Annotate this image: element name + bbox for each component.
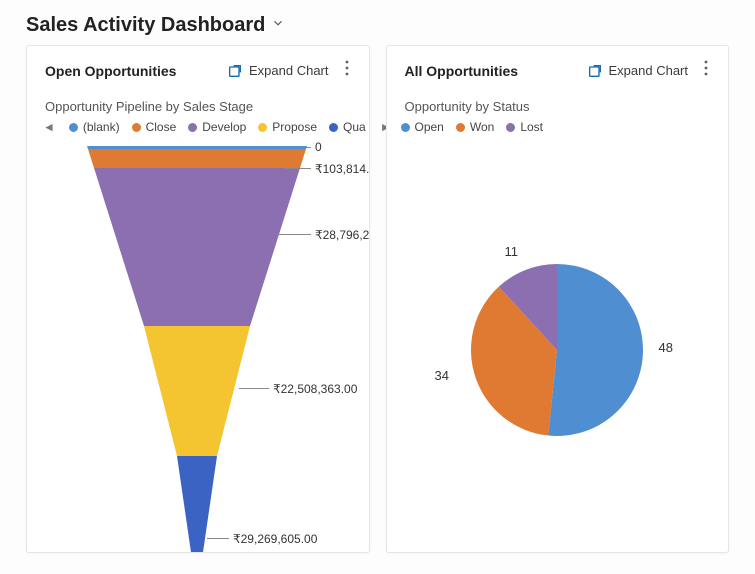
expand-chart-icon [587,63,603,79]
pie-value-won: 34 [435,368,449,383]
legend-item-lost[interactable]: Lost [506,120,543,134]
expand-chart-icon [227,63,243,79]
legend-prev-button[interactable]: ◄ [41,120,57,134]
legend-row: ◄ (blank) Close Develop Propose Qua ► [27,116,369,140]
leader-line [277,234,311,235]
pie-shape [457,250,657,450]
card-title: Open Opportunities [45,63,176,79]
funnel-value-develop: ₹28,796,209.25 [315,228,369,242]
expand-chart-label: Expand Chart [249,63,329,78]
card-actions: Expand Chart [227,60,351,81]
more-vertical-icon [345,60,349,76]
legend-item-close[interactable]: Close [132,120,177,134]
legend-item-won[interactable]: Won [456,120,494,134]
funnel-value-close: ₹103,814.00 [315,162,369,176]
card-actions: Expand Chart [587,60,711,81]
card-header: Open Opportunities Expand Chart [27,46,369,89]
page-title: Sales Activity Dashboard [26,14,265,37]
legend-dot-icon [69,123,78,132]
legend-dot-icon [329,123,338,132]
chart-subtitle: Opportunity by Status [387,89,729,116]
expand-chart-button[interactable]: Expand Chart [227,63,329,79]
legend-row: Open Won Lost [387,116,729,140]
legend-item-blank[interactable]: (blank) [69,120,120,134]
funnel-shape [67,146,327,552]
legend-dot-icon [258,123,267,132]
legend-item-develop[interactable]: Develop [188,120,246,134]
legend-dot-icon [456,123,465,132]
card-header: All Opportunities Expand Chart [387,46,729,89]
legend-dot-icon [506,123,515,132]
funnel-value-qualify: ₹29,269,605.00 [233,532,317,546]
pie-value-open: 48 [659,340,673,355]
legend-dot-icon [401,123,410,132]
chevron-down-icon[interactable] [271,16,285,35]
leader-line [281,147,311,148]
legend-item-qualify[interactable]: Qua [329,120,366,134]
leader-line [239,388,269,389]
funnel-value-blank: 0 [315,140,322,154]
legend-item-propose[interactable]: Propose [258,120,317,134]
pie-value-lost: 11 [505,244,519,259]
more-vertical-icon [704,60,708,76]
expand-chart-button[interactable]: Expand Chart [587,63,689,79]
expand-chart-label: Expand Chart [609,63,689,78]
funnel-chart: 0 ₹103,814.00 ₹28,796,209.25 ₹22,508,363… [27,140,369,552]
pie-chart: 48 34 11 [387,140,729,552]
more-actions-button[interactable] [702,60,710,81]
leader-line [207,538,229,539]
legend-dot-icon [188,123,197,132]
page-header: Sales Activity Dashboard [0,0,755,45]
legend-item-open[interactable]: Open [401,120,444,134]
more-actions-button[interactable] [343,60,351,81]
legend-dot-icon [132,123,141,132]
card-all-opportunities: All Opportunities Expand Chart Opportuni… [386,45,730,553]
card-title: All Opportunities [405,63,519,79]
funnel-value-propose: ₹22,508,363.00 [273,382,357,396]
card-open-opportunities: Open Opportunities Expand Chart Opportun… [26,45,370,553]
chart-subtitle: Opportunity Pipeline by Sales Stage [27,89,369,116]
leader-line [285,168,311,169]
dashboard-grid: Open Opportunities Expand Chart Opportun… [0,45,755,553]
